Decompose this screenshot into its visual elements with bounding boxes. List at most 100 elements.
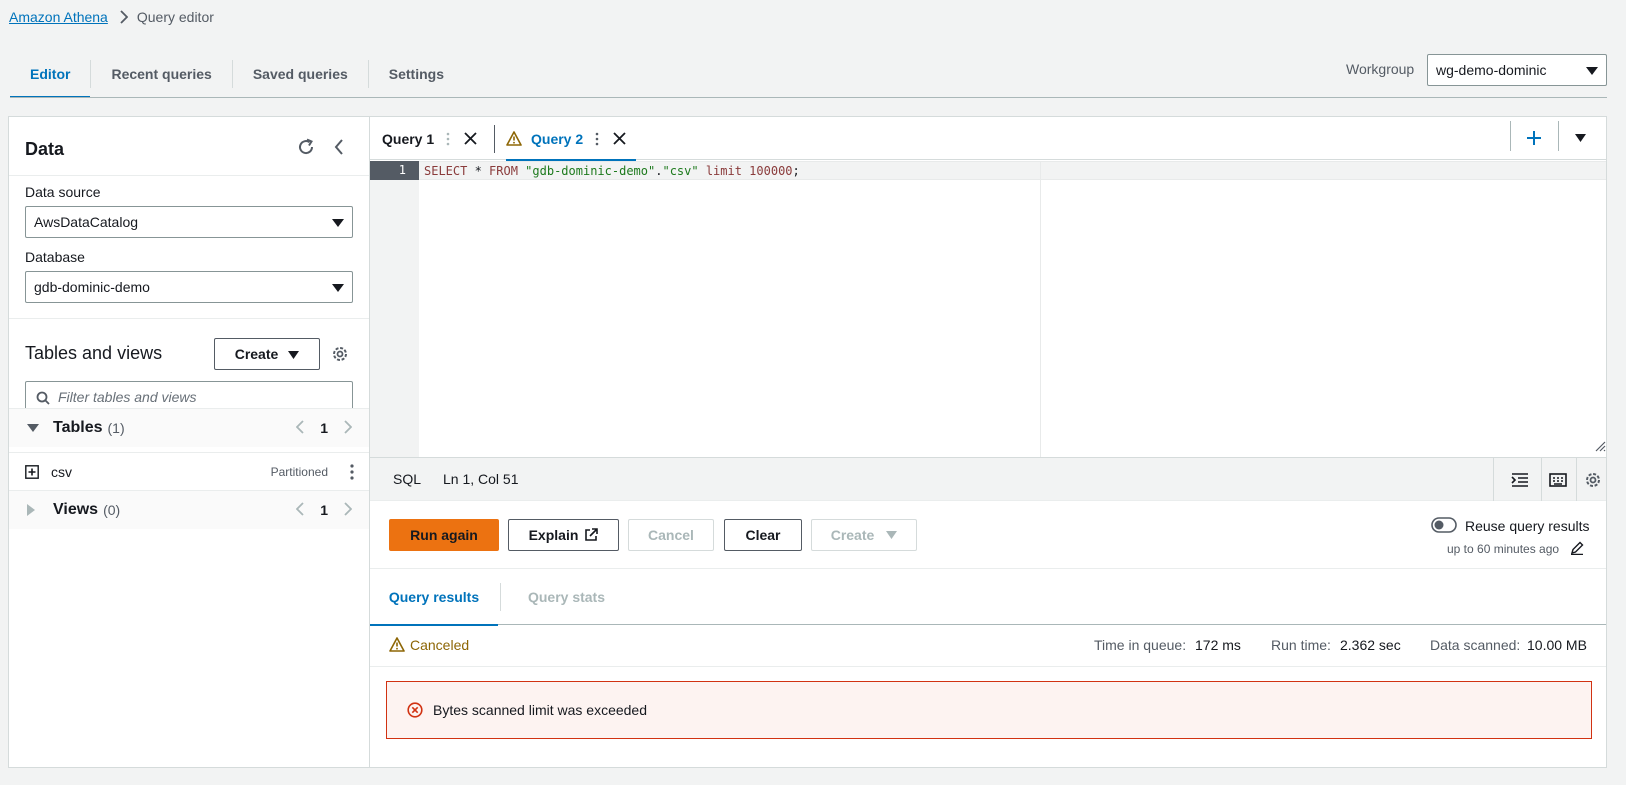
views-label: Views [53, 501, 99, 518]
divider [1576, 458, 1577, 502]
resize-handle-icon[interactable] [1595, 441, 1606, 452]
tables-views-title: Tables and views [25, 343, 163, 363]
query-actions: Run again Explain Cancel Clear Create Re… [370, 501, 1606, 569]
explain-label: Explain [528, 527, 579, 543]
table-name[interactable]: csv [51, 464, 72, 480]
run-time-label: Run time: [1271, 637, 1331, 653]
editor-statusbar: SQL Ln 1, Col 51 [370, 457, 1606, 502]
tables-page-number[interactable]: 1 [320, 420, 328, 436]
reuse-results-sub: up to 60 minutes ago [1447, 542, 1560, 556]
tab-recent-queries[interactable]: Recent queries [91, 50, 231, 98]
drag-handle-icon[interactable] [595, 132, 599, 146]
close-icon[interactable] [464, 132, 477, 145]
sql-keyword: limit [698, 164, 750, 178]
tab-query-1[interactable]: Query 1 [382, 117, 492, 160]
tab-settings[interactable]: Settings [369, 50, 464, 98]
data-source-select[interactable]: AwsDataCatalog [25, 206, 353, 238]
tables-pagination: 1 [295, 419, 353, 437]
caret-down-icon [886, 531, 898, 539]
caret-down-icon [332, 214, 344, 230]
filter-placeholder: Filter tables and views [58, 389, 197, 405]
tab-query-results[interactable]: Query results [370, 569, 498, 626]
tables-count: (1) [107, 420, 125, 436]
print-margin [1040, 161, 1041, 457]
views-group-header[interactable]: Views (0) 1 [9, 491, 370, 529]
data-scanned-value: 10.00 MB [1527, 637, 1587, 653]
cancel-button[interactable]: Cancel [628, 519, 714, 551]
views-page-number[interactable]: 1 [320, 502, 328, 518]
reuse-results-label: Reuse query results [1465, 518, 1590, 534]
caret-right-icon[interactable] [27, 504, 43, 516]
database-select[interactable]: gdb-dominic-demo [25, 271, 353, 303]
data-scanned-label: Data scanned: [1430, 637, 1521, 653]
drag-handle-icon[interactable] [446, 132, 450, 146]
database-label: Database [25, 249, 85, 265]
clear-button[interactable]: Clear [724, 519, 802, 551]
warning-icon [389, 637, 405, 652]
caret-down-icon[interactable] [1575, 134, 1586, 142]
error-icon [407, 702, 423, 718]
reuse-results-toggle[interactable] [1431, 517, 1457, 533]
tab-divider [500, 583, 501, 611]
caret-down-icon [332, 279, 344, 295]
create-button[interactable]: Create [811, 519, 917, 551]
error-alert: Bytes scanned limit was exceeded [386, 681, 1592, 739]
chevron-right-icon[interactable] [344, 501, 353, 519]
gear-icon[interactable] [1584, 471, 1602, 489]
gear-icon[interactable] [331, 345, 349, 366]
partitioned-badge: Partitioned [270, 464, 328, 479]
top-tabs: Editor Recent queries Saved queries Sett… [10, 50, 464, 98]
sql-keyword: SELECT [424, 164, 468, 178]
breadcrumb-current: Query editor [136, 9, 214, 25]
explain-button[interactable]: Explain [508, 519, 619, 551]
workgroup-value: wg-demo-dominic [1436, 62, 1547, 78]
create-table-button[interactable]: Create [214, 338, 320, 370]
add-query-tab-icon[interactable] [1526, 130, 1542, 146]
workgroup-select[interactable]: wg-demo-dominic [1427, 54, 1607, 86]
more-actions-icon[interactable] [350, 463, 354, 480]
tab-divider [1558, 121, 1559, 151]
divider [9, 175, 369, 176]
caret-down-icon [1586, 62, 1598, 78]
tables-group-header[interactable]: Tables (1) 1 [9, 409, 370, 447]
breadcrumb-athena-link[interactable]: Amazon Athena [9, 9, 108, 25]
close-icon[interactable] [613, 132, 626, 145]
database-value: gdb-dominic-demo [34, 279, 150, 295]
warning-icon [506, 131, 522, 146]
workgroup-label: Workgroup [1346, 61, 1415, 77]
views-pagination: 1 [295, 501, 353, 519]
format-query-icon[interactable] [1511, 472, 1529, 488]
chevron-left-icon[interactable] [295, 501, 304, 519]
time-in-queue-label: Time in queue: [1094, 637, 1187, 653]
table-row[interactable]: csv Partitioned [9, 453, 370, 491]
tab-editor[interactable]: Editor [10, 50, 91, 98]
keyboard-shortcuts-icon[interactable] [1549, 472, 1567, 488]
chevron-right-icon[interactable] [344, 419, 353, 437]
tabs-underline [10, 97, 1607, 98]
tables-label: Tables [53, 419, 103, 436]
result-tabs: Query results Query stats [370, 569, 1606, 626]
collapse-panel-icon[interactable] [333, 139, 345, 158]
edit-pencil-icon[interactable] [1570, 541, 1584, 555]
divider [1493, 458, 1494, 502]
data-source-value: AwsDataCatalog [34, 214, 139, 230]
tab-query-2[interactable]: Query 2 [506, 117, 636, 161]
expand-plus-icon[interactable] [25, 464, 39, 479]
divider [9, 318, 369, 319]
views-count: (0) [103, 502, 121, 518]
search-icon [36, 389, 50, 405]
tab-saved-queries[interactable]: Saved queries [233, 50, 368, 98]
sql-editor[interactable]: SELECT * FROM "gdb-dominic-demo"."csv" l… [424, 163, 800, 179]
tab-query-stats[interactable]: Query stats [510, 569, 623, 625]
external-link-icon [584, 528, 599, 542]
language-indicator: SQL [393, 471, 422, 487]
caret-down-icon[interactable] [27, 424, 43, 432]
sql-keyword: FROM [489, 164, 518, 178]
chevron-left-icon[interactable] [295, 419, 304, 437]
refresh-icon[interactable] [296, 137, 316, 160]
run-again-button[interactable]: Run again [389, 519, 499, 551]
chevron-right-icon [120, 10, 128, 24]
data-panel: Data Data source AwsDataCatalog Database… [8, 116, 370, 768]
query-status: Canceled [410, 637, 470, 653]
create-label: Create [830, 527, 875, 543]
